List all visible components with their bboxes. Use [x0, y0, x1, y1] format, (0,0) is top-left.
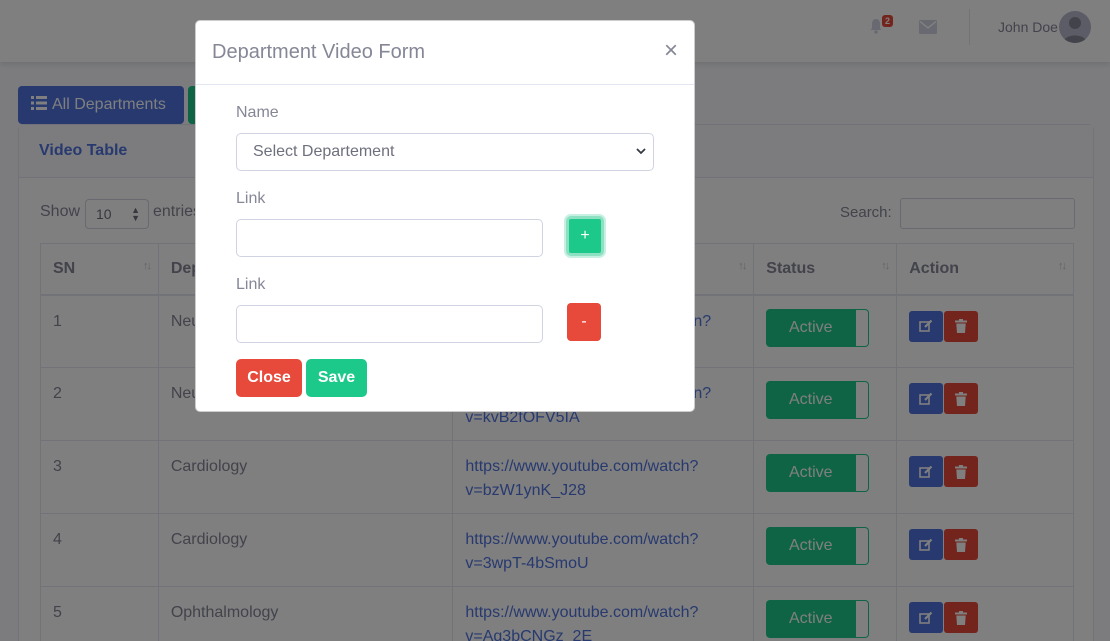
link-label: Link: [236, 190, 266, 207]
department-select-value: Select Departement: [253, 143, 395, 160]
link-input[interactable]: [236, 305, 543, 343]
close-icon[interactable]: ×: [664, 38, 678, 64]
add-link-button[interactable]: +: [566, 216, 604, 256]
department-video-modal: Department Video Form × Name Select Depa…: [195, 20, 695, 412]
modal-title: Department Video Form: [212, 41, 426, 63]
save-button[interactable]: Save: [306, 359, 367, 397]
name-label: Name: [236, 104, 279, 121]
department-select[interactable]: Select Departement: [236, 133, 654, 171]
modal-header: Department Video Form ×: [196, 21, 694, 85]
chevron-down-icon: [636, 148, 646, 155]
close-button[interactable]: Close: [236, 359, 302, 397]
remove-link-button[interactable]: -: [567, 303, 601, 341]
link-input[interactable]: [236, 219, 543, 257]
link-label: Link: [236, 276, 266, 293]
